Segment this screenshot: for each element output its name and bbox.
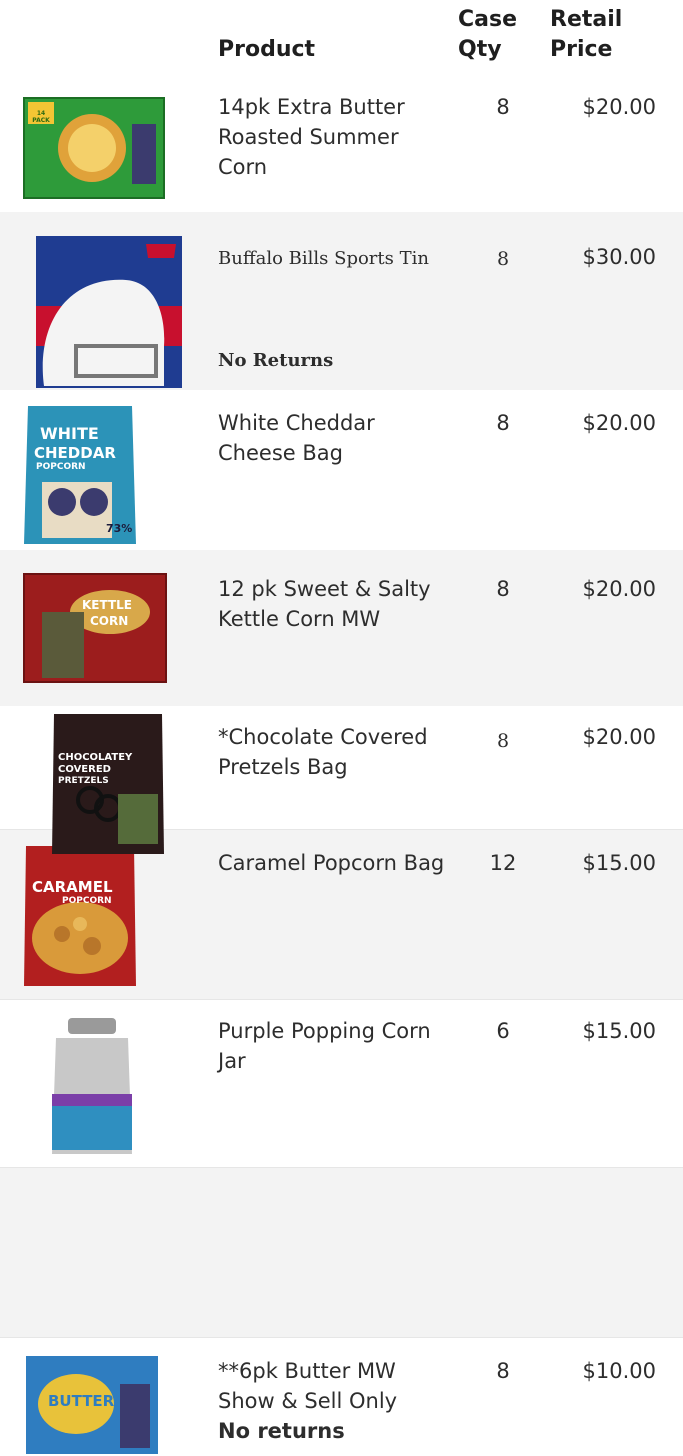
product-name: Buffalo Bills Sports Tin <box>218 248 429 269</box>
pretzel-label-covered: COVERED <box>58 764 111 775</box>
header-case: Case <box>458 7 518 32</box>
retail-price: $20.00 <box>582 577 656 601</box>
product-name: White Cheddar Cheese Bag <box>218 411 375 465</box>
caramel-popcorn-label: POPCORN <box>62 896 112 906</box>
row-divider <box>0 1167 683 1168</box>
case-qty: 8 <box>496 248 510 270</box>
no-returns-note: No returns <box>218 1419 345 1443</box>
retail-price: $20.00 <box>582 725 656 749</box>
table-row: BUTTER **6pk Butter MW Show & Sell Only … <box>0 1338 683 1456</box>
case-qty: 8 <box>496 411 510 435</box>
retail-price: $20.00 <box>582 411 656 435</box>
pretzel-label-chocolatey: CHOCOLATEY <box>58 752 133 763</box>
pretzel-label-pretzels: PRETZELS <box>58 776 109 786</box>
case-qty: 6 <box>496 1019 510 1043</box>
popcorn-jar-icon <box>46 1014 138 1158</box>
chocolate-pretzels-bag-icon: CHOCOLATEY COVERED PRETZELS <box>50 712 166 856</box>
header-price: Price <box>550 37 613 62</box>
retail-price: $30.00 <box>582 245 656 269</box>
header-qty: Qty <box>458 37 502 62</box>
caramel-popcorn-bag-icon: CARAMEL POPCORN <box>22 842 138 988</box>
row-divider <box>0 1337 683 1338</box>
case-qty: 8 <box>496 577 510 601</box>
empty-row <box>0 1168 683 1338</box>
table-row: Purple Popping Corn Jar 6 $15.00 <box>0 1000 683 1168</box>
retail-price: $10.00 <box>582 1359 656 1383</box>
case-qty: 8 <box>496 95 510 119</box>
case-qty: 12 <box>489 851 517 875</box>
retail-price: $15.00 <box>582 851 656 875</box>
table-row: 14 PACK 14pk Extra Butter Roasted Summer… <box>0 80 683 212</box>
kettle-label: KETTLE <box>82 598 132 612</box>
bills-tin-icon <box>36 236 182 388</box>
table-header: Product Case Qty Retail Price <box>0 0 683 80</box>
header-product: Product <box>218 37 316 62</box>
row-divider <box>0 999 683 1000</box>
butter-label: BUTTER <box>48 1392 115 1410</box>
bag-label-popcorn: POPCORN <box>36 462 86 472</box>
bag-label-white: WHITE <box>40 424 99 443</box>
box-14pk-label: 14 PACK <box>32 110 50 124</box>
product-name: 12 pk Sweet & Salty Kettle Corn MW <box>218 577 431 631</box>
table-row: Buffalo Bills Sports Tin No Returns 8 $3… <box>0 212 683 390</box>
kettle-corn-box-icon: KETTLE CORN <box>22 572 168 684</box>
product-name: 14pk Extra Butter Roasted Summer Corn <box>218 95 405 179</box>
table-row: KETTLE CORN 12 pk Sweet & Salty Kettle C… <box>0 550 683 706</box>
no-returns-note: No Returns <box>218 350 334 371</box>
caramel-label: CARAMEL <box>32 878 113 896</box>
kettle-corn-label: CORN <box>90 614 129 628</box>
product-name: Purple Popping Corn Jar <box>218 1019 431 1073</box>
retail-price: $15.00 <box>582 1019 656 1043</box>
bag-label-cheddar: CHEDDAR <box>34 444 116 462</box>
case-qty: 8 <box>496 1359 510 1383</box>
header-retail: Retail <box>550 7 623 32</box>
box-14pk-icon: 14 PACK <box>20 94 168 202</box>
product-name: **6pk Butter MW Show & Sell Only <box>218 1359 398 1413</box>
table-row: WHITE CHEDDAR POPCORN 73% White Cheddar … <box>0 390 683 550</box>
butter-box-icon: BUTTER <box>24 1354 160 1456</box>
product-name: Caramel Popcorn Bag <box>218 851 445 875</box>
bag-label-percent: 73% <box>106 522 133 535</box>
white-cheddar-bag-icon: WHITE CHEDDAR POPCORN 73% <box>22 402 138 548</box>
product-name: *Chocolate Covered Pretzels Bag <box>218 725 428 779</box>
retail-price: $20.00 <box>582 95 656 119</box>
case-qty: 8 <box>496 730 510 752</box>
